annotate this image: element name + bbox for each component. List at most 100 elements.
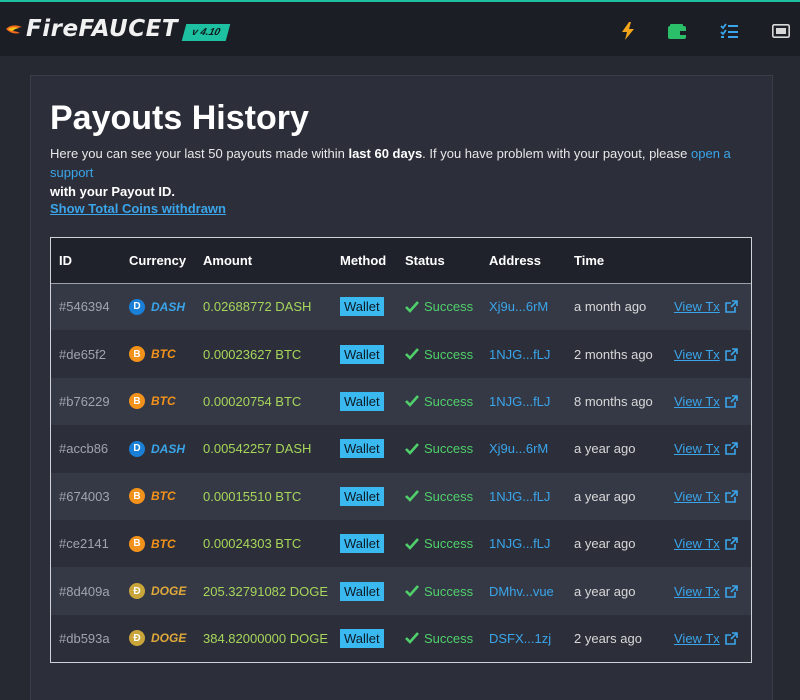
address-link[interactable]: 1NJG...fLJ [481,378,566,425]
intro-bold-1: last 60 days [348,146,423,161]
address-link[interactable]: 1NJG...fLJ [481,473,566,520]
payout-time: 2 years ago [574,630,642,646]
table-row: #546394 D DASH 0.02688772 DASH Wallet Success… [51,283,751,331]
version-badge: v 4.10 [181,24,231,41]
payout-time: a year ago [574,441,636,457]
view-tx-cell: View Tx [666,283,751,330]
status-label: Success [424,346,474,362]
currency-label: BTC [151,347,176,362]
status-label: Success [424,536,474,552]
tasks-icon[interactable] [720,22,738,40]
wallet-icon[interactable] [668,22,686,40]
view-tx-cell: View Tx [666,520,751,567]
view-tx-label: View Tx [674,441,720,457]
header-id: ID [59,252,72,268]
address-link[interactable]: 1NJG...fLJ [481,520,566,567]
method-badge: Wallet [340,439,384,459]
currency: B BTC [129,346,195,363]
money-icon[interactable] [772,22,790,40]
status-cell: Success [397,425,481,472]
method-cell: Wallet [332,330,397,377]
navbar: FireFAUCET v 4.10 [0,2,800,56]
status-label: Success [424,630,474,646]
view-tx-link[interactable]: View Tx [674,441,751,456]
status-label: Success [424,441,474,457]
header-action [666,238,751,283]
currency: Ð DOGE [129,583,195,600]
currency: B BTC [129,535,195,552]
view-tx-link[interactable]: View Tx [674,347,751,362]
address-link[interactable]: Xj9u...6rM [481,425,566,472]
view-tx-link[interactable]: View Tx [674,299,751,314]
method-badge: Wallet [340,391,384,411]
currency-cell: B BTC [121,473,195,520]
view-tx-link[interactable]: View Tx [674,394,751,409]
amount: 0.00024303 BTC [203,536,302,552]
view-tx-link[interactable]: View Tx [674,631,751,646]
view-tx-label: View Tx [674,630,720,646]
table-row: #db593a Ð DOGE 384.82000000 DOGE Wallet Succe… [51,614,751,663]
table-row: #b76229 B BTC 0.00020754 BTC Wallet Success 1N… [51,377,751,426]
status-cell: Success [397,473,481,520]
payout-id: #8d409a [59,583,110,599]
show-total-coins-link[interactable]: Show Total Coins withdrawn [50,201,226,216]
method-badge: Wallet [340,486,384,506]
method-cell: Wallet [332,520,397,567]
external-link-icon [724,632,738,645]
status: Success [405,489,481,504]
view-tx-cell: View Tx [666,567,751,614]
header-time: Time [574,252,605,268]
currency: B BTC [129,393,195,410]
currency-label: DOGE [151,584,187,599]
address-link[interactable]: Xj9u...6rM [481,283,566,330]
currency-label: BTC [151,489,176,504]
status-label: Success [424,393,474,409]
check-icon [405,490,419,503]
check-icon [405,348,419,360]
logo-text: FireFAUCET [26,16,178,42]
external-link-icon [724,300,738,314]
status-label: Success [424,583,474,599]
logo[interactable]: FireFAUCET [4,14,178,44]
external-link-icon [724,489,738,503]
amount: 0.00023627 BTC [203,346,302,362]
check-icon [405,301,419,313]
intro-text: Here you can see your last 50 payouts ma… [50,144,750,201]
lightning-icon[interactable] [619,22,637,40]
check-icon [405,395,419,408]
view-tx-link[interactable]: View Tx [674,536,751,551]
currency-label: BTC [151,394,176,409]
table-header-row: ID Currency Amount Method Status Address Time [51,238,751,283]
intro-bold-2: with your Payout ID. [50,184,175,199]
dash-coin-icon: D [129,298,145,315]
view-tx-link[interactable]: View Tx [674,584,751,599]
view-tx-label: View Tx [674,488,720,504]
address-link[interactable]: DMhv...vue [481,567,566,614]
payout-id: #546394 [59,299,110,315]
currency-label: DASH [151,299,186,314]
amount: 0.02688772 DASH [203,299,312,315]
table-body: #546394 D DASH 0.02688772 DASH Wallet Success… [51,283,751,663]
intro-part-2: . If you have problem with your payout, … [422,146,691,161]
check-icon [405,632,419,645]
currency-cell: Ð DOGE [121,567,195,614]
view-tx-cell: View Tx [666,330,751,377]
header-amount: Amount [203,252,253,268]
payout-time: 8 months ago [574,393,653,409]
table-row: #ce2141 B BTC 0.00024303 BTC Wallet Success 1N… [51,519,751,568]
method-badge: Wallet [340,534,384,554]
header-address: Address [489,252,542,268]
address-link[interactable]: 1NJG...fLJ [481,330,566,377]
currency: Ð DOGE [129,630,195,647]
payout-id: #ce2141 [59,536,109,552]
external-link-icon [724,537,738,550]
view-tx-link[interactable]: View Tx [674,489,751,504]
header-currency: Currency [129,252,187,268]
address-link[interactable]: DSFX...1zj [481,615,566,662]
title-strong: Payouts [50,99,183,137]
method-cell: Wallet [332,425,397,472]
btc-coin-icon: B [129,535,145,552]
status-cell: Success [397,330,481,377]
amount: 205.32791082 DOGE [203,583,329,599]
payout-id: #de65f2 [59,346,106,362]
